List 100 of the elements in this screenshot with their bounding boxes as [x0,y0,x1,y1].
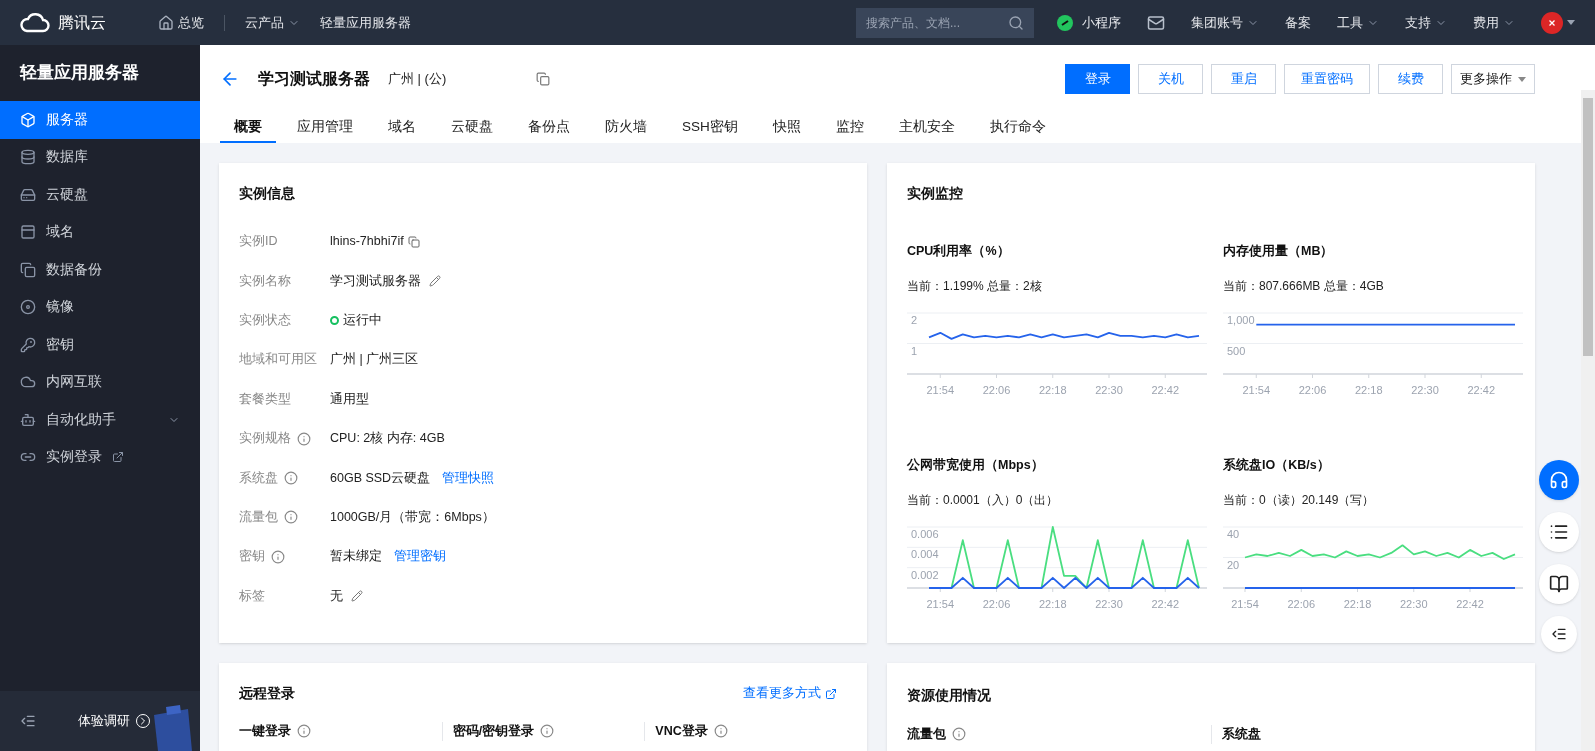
copy-icon[interactable] [407,235,420,248]
sidebar-item[interactable]: 密钥 [0,326,200,364]
info-icon[interactable] [713,724,728,739]
chart-current-value: 当前：0.0001（入）0（出） [907,491,1060,509]
info-icon[interactable] [297,724,311,739]
sidebar-item[interactable]: 域名 [0,213,200,251]
search-icon[interactable] [1008,14,1024,31]
x-tick-label: 22:18 [1343,597,1372,610]
y-tick-label: 40 [1227,527,1240,540]
search-field[interactable]: 搜索产品、文档... [856,7,1034,38]
headset-icon [1549,470,1569,490]
nav-dropdown[interactable]: 工具 [1337,12,1379,33]
caret-icon [1567,20,1575,25]
list-button[interactable] [1539,512,1579,552]
mail-icon[interactable] [1147,13,1165,32]
collapse-menu-icon[interactable] [20,713,36,729]
y-tick-label: 500 [1227,344,1246,357]
action-button[interactable]: 续费 [1378,64,1443,94]
chart-title: 系统盘IO（KB/s） [1223,456,1331,474]
field-label: 标签 [239,587,265,605]
scrollbar-thumb[interactable] [1583,98,1593,356]
field-value: lhins-7hbhi7if [330,233,404,251]
login-method-label: VNC登录 [655,723,708,740]
field-label: 流量包 [239,509,278,527]
survey-link[interactable]: 体验调研 [78,711,150,731]
action-button[interactable]: 关机 [1138,64,1203,94]
card-title: 实例信息 [239,184,296,203]
sidebar-item[interactable]: 数据库 [0,138,200,176]
tab[interactable]: 云硬盘 [437,113,507,143]
list-icon [1549,522,1569,542]
sidebar-item[interactable]: 内网互联 [0,363,200,401]
tab[interactable]: 主机安全 [884,113,969,143]
tab[interactable]: 备份点 [514,113,584,143]
region-label: 广州 | (公) [388,70,447,89]
sidebar-item[interactable]: 自动化助手 [0,401,200,439]
sidebar-item[interactable]: 服务器 [0,101,200,139]
home-link[interactable]: 总览 [158,12,204,33]
more-actions-dropdown[interactable]: 更多操作 [1451,64,1535,94]
x-tick-label: 22:42 [1467,383,1496,396]
sidebar-item[interactable]: 数据备份 [0,251,200,289]
tab[interactable]: 快照 [758,113,815,143]
avatar-icon[interactable] [1541,11,1563,34]
info-icon[interactable] [284,510,298,525]
edit-icon[interactable] [351,590,363,603]
external-link-icon [825,687,837,700]
tab[interactable]: 概要 [220,113,276,143]
more-methods-link[interactable]: 查看更多方式 [743,684,837,703]
x-tick-label: 21:54 [926,597,955,610]
book-icon [1549,574,1569,594]
info-icon[interactable] [284,471,298,486]
login-button[interactable]: 登录 [1065,64,1130,94]
tab[interactable]: 应用管理 [283,113,367,143]
outline-button[interactable] [1541,616,1577,652]
info-icon[interactable] [540,724,555,739]
nav-dropdown[interactable]: 云产品 [245,12,300,33]
info-icon[interactable] [297,431,311,446]
y-tick-label: 0.006 [911,527,939,540]
nav-link[interactable]: 备案 [1285,12,1311,33]
copy-icon[interactable] [536,72,551,86]
nav-dropdown[interactable]: 集团账号 [1191,12,1259,33]
sidebar-item[interactable]: 云硬盘 [0,176,200,214]
manage-link[interactable]: 管理密钥 [394,547,446,567]
y-tick-label: 0.004 [911,547,939,560]
edit-icon[interactable] [429,275,441,288]
action-button[interactable]: 重启 [1211,64,1276,94]
resource-label: 系统盘 [1222,726,1261,743]
y-tick-label: 1 [911,344,918,357]
docs-button[interactable] [1539,564,1579,604]
info-icon[interactable] [952,727,966,742]
support-button[interactable] [1539,460,1579,500]
y-tick-label: 0.002 [911,568,939,581]
x-tick-label: 22:06 [1287,597,1316,610]
x-tick-label: 22:42 [1151,383,1180,396]
nav-dropdown[interactable]: 支持 [1405,12,1447,33]
info-icon[interactable] [271,549,285,564]
nav-dropdown[interactable]: 费用 [1473,12,1515,33]
window-icon [20,224,36,241]
x-tick-label: 22:42 [1456,597,1484,610]
x-tick-label: 22:06 [1298,383,1327,396]
sidebar-item[interactable]: 实例登录 [0,438,200,476]
line-chart: 1,000 500 21:54 22:06 22:18 22:30 22:42 [1223,311,1523,400]
tab[interactable]: 防火墙 [591,113,661,143]
key-icon [20,336,36,353]
field-value: CPU: 2核 内存: 4GB [330,430,445,448]
line-chart: 40 20 21:54 22:06 22:18 22:30 22:42 [1223,525,1523,614]
tab[interactable]: 监控 [821,113,878,143]
chart-title: CPU利用率（%） [907,243,1011,260]
action-button[interactable]: 重置密码 [1284,64,1370,94]
tab[interactable]: 执行命令 [975,113,1060,143]
tab[interactable]: 域名 [374,113,430,143]
x-tick-label: 21:54 [926,383,955,396]
manage-link[interactable]: 管理快照 [442,468,495,488]
sidebar-item[interactable]: 镜像 [0,288,200,326]
tab[interactable]: SSH密钥 [668,113,752,143]
sidebar-title: 轻量应用服务器 [18,62,140,85]
cloud-logo-icon [20,12,50,33]
login-method-label: 密码/密钥登录 [452,723,535,740]
copy-icon [20,261,36,278]
mini-program-link[interactable]: 小程序 [1056,12,1121,33]
nav-link[interactable]: 轻量应用服务器 [320,12,411,33]
